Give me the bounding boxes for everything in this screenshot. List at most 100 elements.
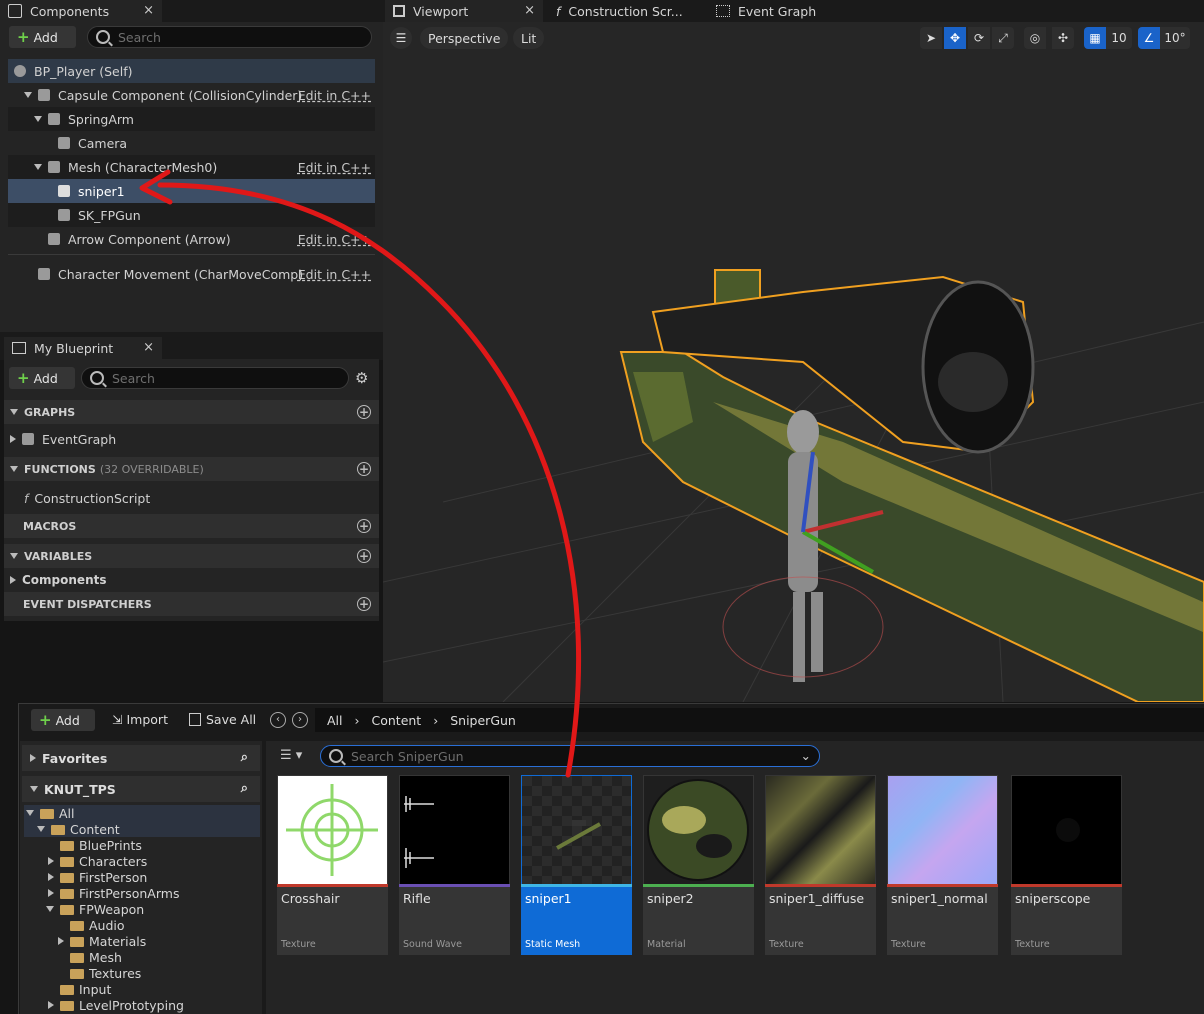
collapse-arrow-icon (26, 810, 34, 816)
rotate-icon[interactable]: ⟳ (968, 27, 990, 49)
edit-in-cpp-link[interactable]: Edit in C++ (298, 88, 371, 103)
tree-item-materials[interactable]: Materials (58, 933, 146, 949)
search-icon[interactable]: ⌕ (241, 781, 248, 796)
tree-item-firstpersonarms[interactable]: FirstPersonArms (48, 885, 179, 901)
content-add-button[interactable]: + Add (31, 709, 95, 731)
tree-item-levelprototyping[interactable]: LevelPrototyping (48, 997, 184, 1013)
filter-icon[interactable]: ☰ ▾ (280, 748, 302, 763)
tree-item-textures[interactable]: Textures (70, 965, 141, 981)
lit-button[interactable]: Lit (513, 27, 545, 49)
folder-icon (60, 857, 74, 867)
edit-in-cpp-link[interactable]: Edit in C++ (298, 267, 371, 282)
tab-event-graph[interactable]: Event Graph (708, 0, 848, 22)
section-macros[interactable]: MACROS + (4, 514, 379, 538)
graph-icon (22, 433, 34, 445)
add-variable-icon[interactable]: + (357, 549, 371, 563)
asset-tile-sniper1-diffuse[interactable]: sniper1_diffuse Texture (765, 775, 876, 955)
tab-my-blueprint[interactable]: My Blueprint × (4, 337, 162, 359)
add-graph-icon[interactable]: + (357, 405, 371, 419)
divider (8, 254, 375, 255)
scale-icon[interactable]: ⤢ (992, 27, 1014, 49)
asset-tile-sniper2[interactable]: sniper2 Material (643, 775, 754, 955)
asset-tile-rifle[interactable]: Rifle Sound Wave (399, 775, 510, 955)
component-row-capsule[interactable]: Capsule Component (CollisionCylinder) Edi… (8, 83, 375, 107)
component-row-sniper1[interactable]: sniper1 (8, 179, 375, 203)
section-graphs[interactable]: GRAPHS + (4, 400, 379, 424)
viewport-canvas[interactable] (383, 22, 1204, 702)
folder-open-icon (60, 905, 74, 915)
save-all-button[interactable]: Save All (189, 712, 256, 727)
forward-icon[interactable]: › (292, 712, 308, 728)
close-icon[interactable]: × (524, 3, 535, 18)
component-row-character-movement[interactable]: Character Movement (CharMoveComp) Edit in… (8, 262, 375, 286)
tree-item-all[interactable]: All (26, 805, 75, 821)
asset-tile-sniper1[interactable]: sniper1 Static Mesh (521, 775, 632, 955)
folder-icon (60, 841, 74, 851)
world-space-icon[interactable]: ◎ (1024, 27, 1046, 49)
breadcrumb: All › Content › SniperGun (315, 708, 1204, 732)
close-icon[interactable]: × (143, 340, 154, 355)
perspective-button[interactable]: Perspective (420, 27, 509, 49)
component-row-arrow[interactable]: Arrow Component (Arrow) Edit in C++ (8, 227, 375, 251)
edit-in-cpp-link[interactable]: Edit in C++ (298, 232, 371, 247)
asset-tile-sniperscope[interactable]: sniperscope Texture (1011, 775, 1122, 955)
arrow-icon (48, 233, 60, 245)
tree-item-content[interactable]: Content (37, 821, 120, 837)
component-row-springarm[interactable]: SpringArm (8, 107, 375, 131)
component-row-camera[interactable]: Camera (8, 131, 375, 155)
project-header[interactable]: KNUT_TPS ⌕ (22, 776, 260, 802)
tree-item-audio[interactable]: Audio (70, 917, 125, 933)
import-button[interactable]: ⇲ Import (112, 712, 168, 727)
component-row-mesh[interactable]: Mesh (CharacterMesh0) Edit in C++ (8, 155, 375, 179)
tree-item-characters[interactable]: Characters (48, 853, 147, 869)
breadcrumb-all[interactable]: All (327, 713, 343, 728)
close-icon[interactable]: × (143, 3, 154, 18)
search-icon[interactable]: ⌕ (241, 750, 248, 765)
favorites-header[interactable]: Favorites ⌕ (22, 745, 260, 771)
grid-snap-value[interactable]: 10 (1106, 27, 1132, 49)
section-event-dispatchers[interactable]: EVENT DISPATCHERS + (4, 592, 379, 616)
function-item-construction-script[interactable]: f ConstructionScript (4, 486, 379, 510)
translate-icon[interactable]: ✥ (944, 27, 966, 49)
components-search-input[interactable]: Search (87, 26, 372, 48)
collapse-arrow-icon (37, 826, 45, 832)
asset-tile-crosshair[interactable]: Crosshair Texture (277, 775, 388, 955)
tree-item-firstperson[interactable]: FirstPerson (48, 869, 147, 885)
tree-item-blueprints[interactable]: BluePrints (60, 837, 142, 853)
breadcrumb-content[interactable]: Content (372, 713, 422, 728)
graph-item-eventgraph[interactable]: EventGraph (4, 427, 379, 451)
section-variables[interactable]: VARIABLES + (4, 544, 379, 568)
tab-components[interactable]: Components × (0, 0, 162, 22)
asset-search-input[interactable]: Search SniperGun ⌄ (320, 745, 820, 767)
add-dispatcher-icon[interactable]: + (357, 597, 371, 611)
blueprint-search-input[interactable]: Search (81, 367, 349, 389)
rotation-snap-value[interactable]: 10° (1160, 27, 1190, 49)
tree-item-fpweapon[interactable]: FPWeapon (46, 901, 144, 917)
viewport-menu-icon[interactable]: ☰ (390, 27, 412, 49)
back-icon[interactable]: ‹ (270, 712, 286, 728)
expand-arrow-icon (24, 92, 32, 98)
tree-item-input[interactable]: Input (60, 981, 111, 997)
breadcrumb-snipergun[interactable]: SniperGun (450, 713, 516, 728)
blueprint-add-button[interactable]: + Add (9, 367, 75, 389)
rotation-snap-icon[interactable]: ∠ (1138, 27, 1160, 49)
chevron-right-icon: › (433, 712, 439, 728)
add-macro-icon[interactable]: + (357, 519, 371, 533)
components-add-button[interactable]: + Add (9, 26, 76, 48)
gear-icon[interactable]: ⚙ (355, 369, 368, 387)
edit-in-cpp-link[interactable]: Edit in C++ (298, 160, 371, 175)
select-icon[interactable]: ➤ (920, 27, 942, 49)
surface-snap-icon[interactable]: ✣ (1052, 27, 1074, 49)
tab-construction-script[interactable]: f Construction Scr... (548, 0, 703, 22)
grid-snap-icon[interactable]: ▦ (1084, 27, 1106, 49)
book-icon (12, 342, 26, 354)
variable-category-components[interactable]: Components (4, 568, 379, 592)
component-row-self[interactable]: BP_Player (Self) (8, 59, 375, 83)
add-function-icon[interactable]: + (357, 462, 371, 476)
tree-item-mesh[interactable]: Mesh (70, 949, 122, 965)
section-functions[interactable]: FUNCTIONS (32 OVERRIDABLE) + (4, 457, 379, 481)
component-row-sk-fpgun[interactable]: SK_FPGun (8, 203, 375, 227)
asset-tile-sniper1-normal[interactable]: sniper1_normal Texture (887, 775, 998, 955)
chevron-down-icon[interactable]: ⌄ (801, 748, 811, 763)
tab-viewport[interactable]: Viewport × (385, 0, 543, 22)
